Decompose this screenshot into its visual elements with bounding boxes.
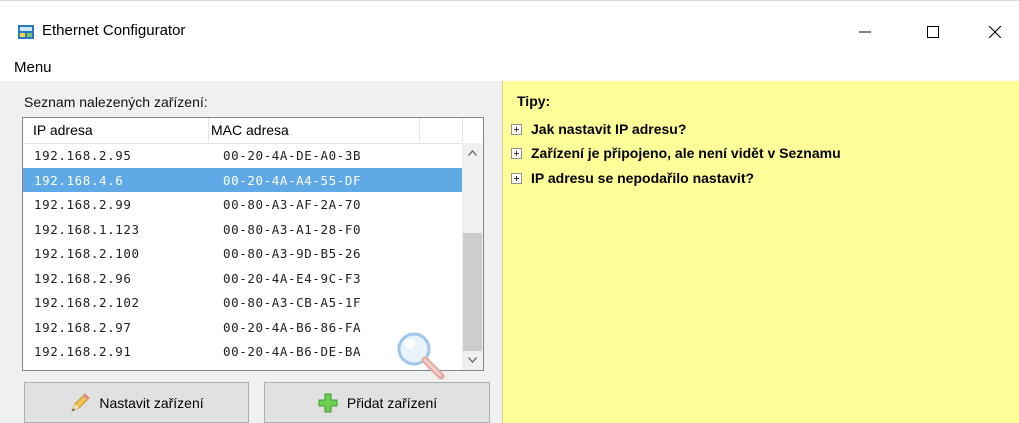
add-device-button[interactable]: Přidat zařízení <box>264 382 490 423</box>
tip-text: Zařízení je připojeno, ale není vidět v … <box>531 145 841 161</box>
cell-ip: 192.168.2.99 <box>34 197 132 212</box>
cell-mac: 00-20-4A-DE-A0-3B <box>223 148 362 163</box>
cell-ip: 192.168.2.96 <box>34 270 132 286</box>
green-plus-icon <box>318 393 338 412</box>
maximize-button[interactable] <box>910 12 956 52</box>
cell-ip: 192.168.1.123 <box>34 221 140 237</box>
device-list[interactable]: IP adresa MAC adresa 192.168.2.95 00-20-… <box>22 117 484 380</box>
table-row-selected[interactable]: 192.168.4.6 00-20-4A-A4-55-DF <box>23 167 462 192</box>
list-header: IP adresa MAC adresa <box>23 118 483 144</box>
cell-mac: 00-80-A3-9D-B5-26 <box>223 246 362 261</box>
cell-mac: 00-20-4A-E4-9C-F3 <box>223 270 362 286</box>
window-title: Ethernet Configurator <box>42 22 186 39</box>
column-separator[interactable] <box>208 118 209 142</box>
scroll-thumb[interactable] <box>463 233 482 351</box>
top-border <box>0 0 1019 1</box>
chevron-down-icon <box>468 357 477 363</box>
cell-mac: 00-80-A3-CB-A5-1F <box>223 295 362 310</box>
tip-item[interactable]: Zařízení je připojeno, ale není vidět v … <box>511 143 841 163</box>
pencil-icon <box>71 392 90 412</box>
cell-mac: 00-20-4A-B6-DE-BA <box>223 344 362 359</box>
table-row[interactable]: 192.168.2.102 00-80-A3-CB-A5-1F <box>23 290 462 315</box>
plus-box-icon[interactable] <box>511 123 522 135</box>
table-row[interactable]: 192.168.2.96 00-20-4A-E4-9C-F3 <box>23 266 462 291</box>
table-row[interactable]: 192.168.2.99 00-80-A3-AF-2A-70 <box>23 192 462 217</box>
minimize-button[interactable] <box>842 12 888 52</box>
column-header-mac[interactable]: MAC adresa <box>211 122 289 138</box>
tips-panel: Tipy: Jak nastavit IP adresu? Zařízení j… <box>502 81 1019 423</box>
chevron-up-icon <box>468 150 477 156</box>
device-list-label: Seznam nalezených zařízení: <box>24 94 208 110</box>
menu-bar: Menu <box>0 56 1019 81</box>
column-separator <box>462 118 463 142</box>
plus-box-icon[interactable] <box>511 172 522 184</box>
column-separator[interactable] <box>419 118 420 142</box>
cell-ip: 192.168.2.97 <box>34 319 132 335</box>
configure-device-button[interactable]: Nastavit zařízení <box>24 382 249 423</box>
cell-mac: 00-20-4A-B6-86-FA <box>223 319 362 335</box>
tip-item[interactable]: Jak nastavit IP adresu? <box>511 119 686 139</box>
close-button[interactable] <box>972 12 1018 52</box>
cell-mac: 00-80-A3-AF-2A-70 <box>223 197 362 212</box>
cell-ip: 192.168.2.91 <box>34 344 132 359</box>
close-icon <box>989 26 1001 38</box>
tip-text: IP adresu se nepodařilo nastavit? <box>531 170 755 186</box>
cell-mac: 00-80-A3-A1-28-F0 <box>223 221 362 237</box>
main-content: Seznam nalezených zařízení: IP adresa MA… <box>0 81 1019 423</box>
tip-text: Jak nastavit IP adresu? <box>531 121 687 137</box>
cell-mac: 00-20-4A-A4-55-DF <box>223 172 362 188</box>
cell-ip: 192.168.2.102 <box>34 295 140 310</box>
scroll-down-button[interactable] <box>462 350 483 370</box>
table-row[interactable]: 192.168.2.95 00-20-4A-DE-A0-3B <box>23 143 462 168</box>
cell-ip: 192.168.4.6 <box>34 172 124 188</box>
configure-device-label: Nastavit zařízení <box>99 394 204 411</box>
title-bar[interactable]: Ethernet Configurator <box>0 0 1019 56</box>
tip-item[interactable]: IP adresu se nepodařilo nastavit? <box>511 168 754 188</box>
menu-item-menu[interactable]: Menu <box>14 59 52 76</box>
table-row[interactable]: 192.168.1.123 00-80-A3-A1-28-F0 <box>23 217 462 242</box>
column-header-ip[interactable]: IP adresa <box>33 122 93 138</box>
tips-title: Tipy: <box>517 93 551 109</box>
magnifier-icon <box>397 332 445 380</box>
add-device-label: Přidat zařízení <box>346 394 438 411</box>
scroll-up-button[interactable] <box>462 143 483 163</box>
maximize-icon <box>927 26 939 38</box>
ethernet-app-icon <box>18 25 34 39</box>
table-row[interactable]: 192.168.2.100 00-80-A3-9D-B5-26 <box>23 241 462 266</box>
cell-ip: 192.168.2.100 <box>34 246 140 261</box>
vertical-scrollbar[interactable] <box>462 143 483 370</box>
minimize-icon <box>859 31 871 33</box>
cell-ip: 192.168.2.95 <box>34 148 132 163</box>
plus-box-icon[interactable] <box>511 147 522 159</box>
